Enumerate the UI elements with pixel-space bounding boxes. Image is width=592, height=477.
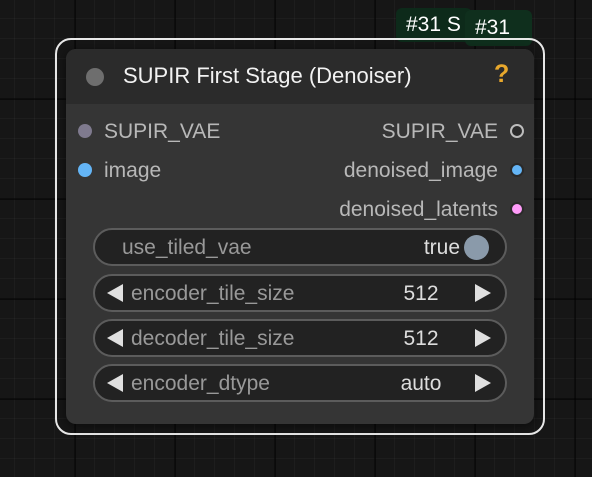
decrement-arrow-icon[interactable] <box>107 329 123 347</box>
collapse-toggle-icon[interactable] <box>86 68 104 86</box>
node-id-badge-text: #31 <box>475 16 511 39</box>
input-slot-image-label: image <box>104 159 162 182</box>
output-slot-denoised-latents-label: denoised_latents <box>339 198 498 221</box>
increment-arrow-icon[interactable] <box>475 329 491 347</box>
decrement-arrow-icon[interactable] <box>107 284 123 302</box>
encoder-tile-size-stepper[interactable]: encoder_tile_size 512 <box>93 274 507 312</box>
use-tiled-vae-toggle[interactable]: use_tiled_vae true <box>93 228 507 266</box>
decoder-tile-size-value: 512 <box>403 327 439 350</box>
supir-first-stage-node[interactable]: SUPIR First Stage (Denoiser) ? SUPIR_VAE… <box>66 49 534 424</box>
node-header[interactable]: SUPIR First Stage (Denoiser) ? <box>66 49 534 104</box>
encoder-tile-size-label: encoder_tile_size <box>131 282 295 305</box>
use-tiled-vae-value: true <box>423 236 460 259</box>
use-tiled-vae-label: use_tiled_vae <box>122 236 252 259</box>
toggle-knob-icon[interactable] <box>464 235 489 260</box>
encoder-dtype-label: encoder_dtype <box>131 372 270 395</box>
output-slot-denoised-image-dot[interactable] <box>510 163 524 177</box>
decoder-tile-size-label: decoder_tile_size <box>131 327 295 350</box>
increment-arrow-icon[interactable] <box>475 284 491 302</box>
node-title: SUPIR First Stage (Denoiser) <box>123 63 412 88</box>
output-slot-supir-vae-dot[interactable] <box>510 124 524 138</box>
previous-option-arrow-icon[interactable] <box>107 374 123 392</box>
help-icon[interactable]: ? <box>494 62 509 87</box>
next-option-arrow-icon[interactable] <box>475 374 491 392</box>
output-slot-denoised-latents-dot[interactable] <box>510 202 524 216</box>
node-id-badge-text: #31 S <box>406 13 461 36</box>
input-slot-supir-vae-label: SUPIR_VAE <box>104 120 221 143</box>
decoder-tile-size-stepper[interactable]: decoder_tile_size 512 <box>93 319 507 357</box>
input-slot-supir-vae-dot[interactable] <box>78 124 92 138</box>
encoder-dtype-combo[interactable]: encoder_dtype auto <box>93 364 507 402</box>
encoder-tile-size-value: 512 <box>403 282 439 305</box>
output-slot-supir-vae-label: SUPIR_VAE <box>381 120 498 143</box>
node-id-badge: #31 S <box>396 8 472 42</box>
input-slot-image-dot[interactable] <box>78 163 92 177</box>
output-slot-denoised-image-label: denoised_image <box>343 159 498 182</box>
encoder-dtype-value: auto <box>400 372 442 395</box>
